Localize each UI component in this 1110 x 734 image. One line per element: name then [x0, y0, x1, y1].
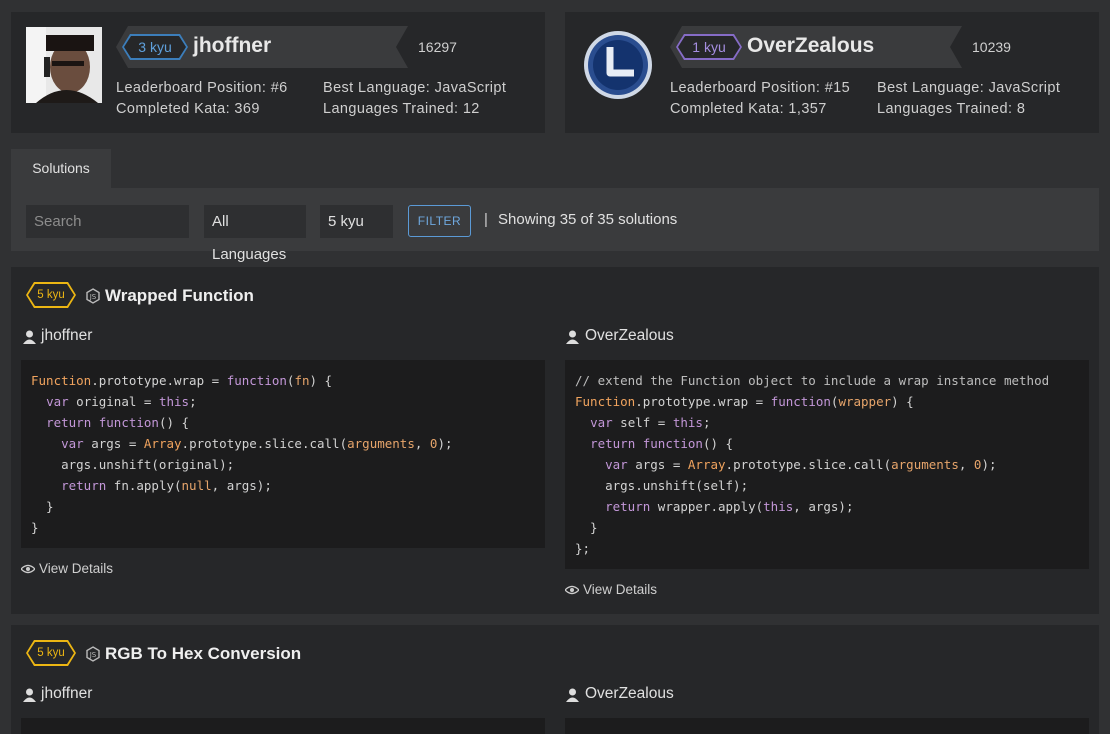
code-block-left: Function.prototype.wrap = function(fn) {…: [21, 360, 545, 548]
tab-solutions[interactable]: Solutions: [11, 149, 111, 188]
solution-author[interactable]: OverZealous: [585, 327, 674, 345]
kata-rank-badge: 5 kyu: [26, 282, 76, 308]
rank-select[interactable]: 5 kyu: [320, 205, 393, 238]
honor-score: 16297: [418, 39, 457, 55]
completed-kata: Completed Kata: 369: [116, 101, 260, 117]
svg-text:JS: JS: [89, 293, 97, 301]
rank-badge-1kyu: 1 kyu: [676, 34, 742, 60]
separator: |: [484, 211, 488, 228]
solution-author[interactable]: OverZealous: [585, 685, 674, 703]
kata-title[interactable]: RGB To Hex Conversion: [105, 644, 301, 664]
user-icon: [566, 688, 579, 702]
kata-icon: JS: [86, 288, 100, 304]
username-overzealous[interactable]: OverZealous: [747, 34, 874, 58]
user-icon: [23, 688, 36, 702]
languages-trained: Languages Trained: 12: [323, 101, 480, 117]
view-details-link[interactable]: View Details: [39, 561, 113, 576]
best-language: Best Language: JavaScript: [323, 80, 507, 96]
avatar-jhoffner[interactable]: [26, 27, 102, 103]
code-block-right: // extend the Function object to include…: [565, 360, 1089, 569]
eye-icon: [565, 585, 579, 595]
leaderboard-position: Leaderboard Position: #15: [670, 80, 851, 96]
kata-icon: JS: [86, 646, 100, 662]
best-language: Best Language: JavaScript: [877, 80, 1061, 96]
languages-trained: Languages Trained: 8: [877, 101, 1026, 117]
eye-icon: [21, 564, 35, 574]
code-block-right: [565, 718, 1089, 734]
user-icon: [23, 330, 36, 344]
svg-text:JS: JS: [89, 651, 97, 659]
search-input[interactable]: Search: [26, 205, 189, 238]
leaderboard-position: Leaderboard Position: #6: [116, 80, 288, 96]
completed-kata: Completed Kata: 1,357: [670, 101, 827, 117]
kata-title[interactable]: Wrapped Function: [105, 286, 254, 306]
language-select[interactable]: All Languages: [204, 205, 306, 263]
honor-score: 10239: [972, 39, 1011, 55]
solution-author[interactable]: jhoffner: [41, 327, 92, 345]
view-details-link[interactable]: View Details: [583, 582, 657, 597]
username-jhoffner[interactable]: jhoffner: [193, 34, 271, 58]
showing-count: Showing 35 of 35 solutions: [498, 211, 678, 228]
avatar-overzealous[interactable]: [580, 27, 656, 103]
kata-rank-badge: 5 kyu: [26, 640, 76, 666]
user-icon: [566, 330, 579, 344]
solution-author[interactable]: jhoffner: [41, 685, 92, 703]
filter-button[interactable]: FILTER: [408, 205, 471, 237]
rank-badge-3kyu: 3 kyu: [122, 34, 188, 60]
code-block-left: [21, 718, 545, 734]
